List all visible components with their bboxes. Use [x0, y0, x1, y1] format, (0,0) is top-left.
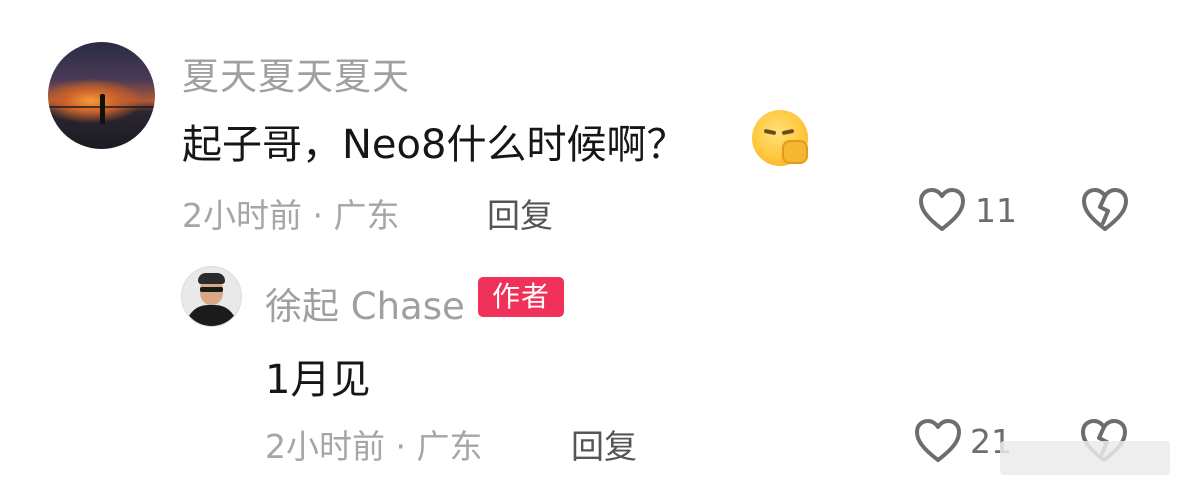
reply-button[interactable]: 回复 [487, 189, 553, 237]
watermark-overlay [1000, 441, 1170, 475]
like-count: 11 [975, 191, 1017, 230]
reply-button-2[interactable]: 回复 [571, 420, 637, 468]
shushing-face-emoji-icon [752, 110, 808, 166]
reply-meta: 2小时前 · 广东 [265, 427, 483, 466]
dislike-broken-heart-icon[interactable] [1081, 187, 1129, 233]
author-username[interactable]: 徐起 Chase [265, 276, 465, 330]
commenter-username[interactable]: 夏天夏天夏天 [182, 46, 410, 100]
comment-meta: 2小时前 · 广东 [182, 196, 400, 235]
avatar-glasses [200, 287, 223, 292]
avatar-body [186, 305, 237, 326]
avatar-figure [100, 94, 105, 124]
commenter-avatar[interactable] [48, 42, 155, 149]
author-badge: 作者 [478, 277, 564, 317]
comment-text: 起子哥，Neo8什么时候啊？ [182, 122, 687, 168]
heart-icon-2[interactable] [914, 418, 962, 464]
author-avatar[interactable] [181, 266, 242, 327]
heart-icon[interactable] [918, 187, 966, 233]
reply-text: 1月见 [265, 357, 371, 403]
avatar-hair [198, 273, 225, 284]
